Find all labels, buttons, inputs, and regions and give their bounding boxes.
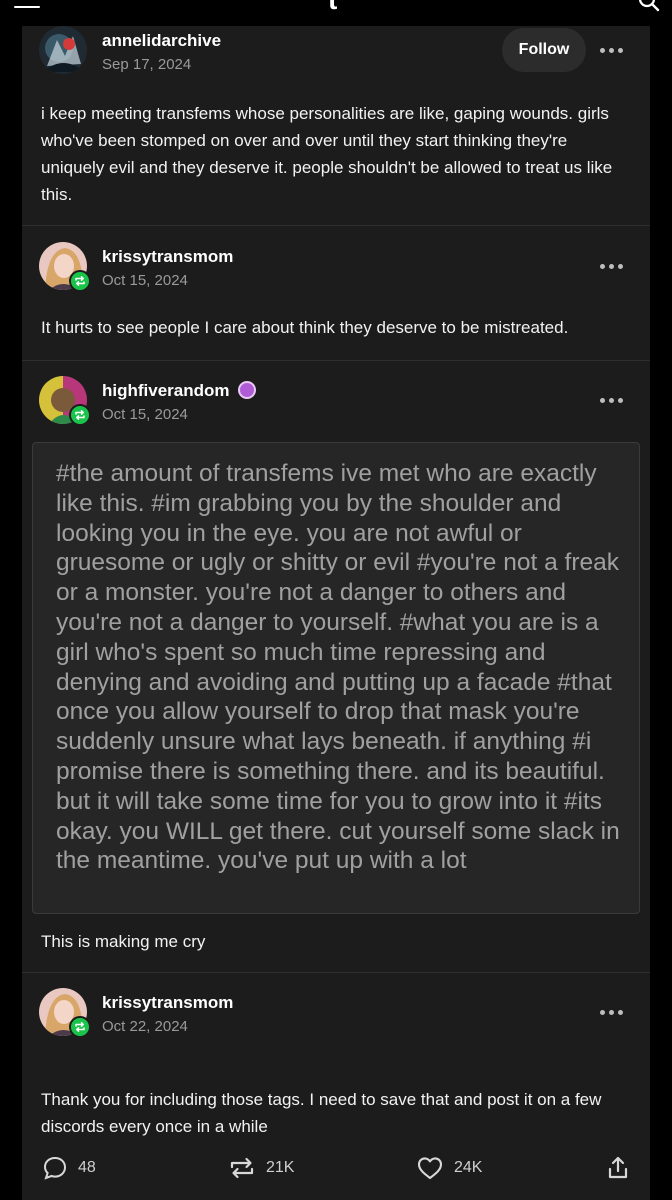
comment-count: 48 (78, 1159, 96, 1176)
divider (22, 972, 650, 973)
username[interactable]: annelidarchive (102, 31, 221, 51)
badge-icon[interactable] (238, 381, 256, 399)
more-options-icon[interactable] (600, 48, 624, 54)
reblog-badge-icon (69, 1016, 91, 1038)
tumblr-logo[interactable]: t (328, 0, 337, 14)
share-icon (608, 1156, 628, 1179)
post-card: annelidarchive Sep 17, 2024 Follow i kee… (22, 26, 650, 1200)
divider (22, 360, 650, 361)
thread-entry: highfiverandom Oct 15, 2024 #the amount … (22, 376, 650, 976)
reblog-badge-icon (69, 270, 91, 292)
reblog-badge-icon (69, 404, 91, 426)
reblog-count: 21K (266, 1159, 295, 1176)
quoted-tags-box: #the amount of transfems ive met who are… (32, 442, 640, 914)
username[interactable]: krissytransmom (102, 993, 233, 1013)
comment-button[interactable]: 48 (42, 1150, 96, 1186)
like-button[interactable]: 24K (416, 1150, 482, 1186)
post-text: It hurts to see people I care about thin… (41, 318, 569, 337)
post-text: i keep meeting transfems whose personali… (41, 104, 613, 204)
top-bar: t (0, 0, 672, 26)
thread-entry: krissytransmom Oct 15, 2024 It hurts to … (22, 242, 650, 360)
comment-icon (43, 1156, 67, 1180)
reblog-button[interactable]: 21K (228, 1150, 294, 1186)
share-button[interactable] (606, 1150, 630, 1186)
post-text: Thank you for including those tags. I ne… (41, 1090, 602, 1136)
menu-icon[interactable] (14, 0, 40, 10)
post-date: Oct 22, 2024 (102, 1018, 188, 1035)
post-text: This is making me cry (41, 932, 206, 951)
more-options-icon[interactable] (600, 1010, 624, 1016)
follow-button[interactable]: Follow (502, 28, 586, 72)
more-options-icon[interactable] (600, 398, 624, 404)
post-date: Oct 15, 2024 (102, 406, 188, 423)
reblog-icon (230, 1157, 254, 1179)
quoted-tags-text: #the amount of transfems ive met who are… (56, 460, 620, 875)
post-date: Oct 15, 2024 (102, 272, 188, 289)
divider (22, 225, 650, 226)
more-options-icon[interactable] (600, 264, 624, 270)
like-count: 24K (454, 1159, 483, 1176)
thread-entry: annelidarchive Sep 17, 2024 Follow i kee… (22, 26, 650, 226)
thread-entry: krissytransmom Oct 22, 2024 Thank you fo… (22, 988, 650, 1136)
username[interactable]: krissytransmom (102, 247, 233, 267)
username[interactable]: highfiverandom (102, 381, 230, 401)
avatar[interactable] (39, 26, 87, 74)
post-actions-bar: 48 21K 24K (22, 1150, 650, 1186)
post-date: Sep 17, 2024 (102, 56, 192, 73)
search-icon[interactable] (638, 0, 660, 12)
heart-icon (417, 1157, 443, 1180)
